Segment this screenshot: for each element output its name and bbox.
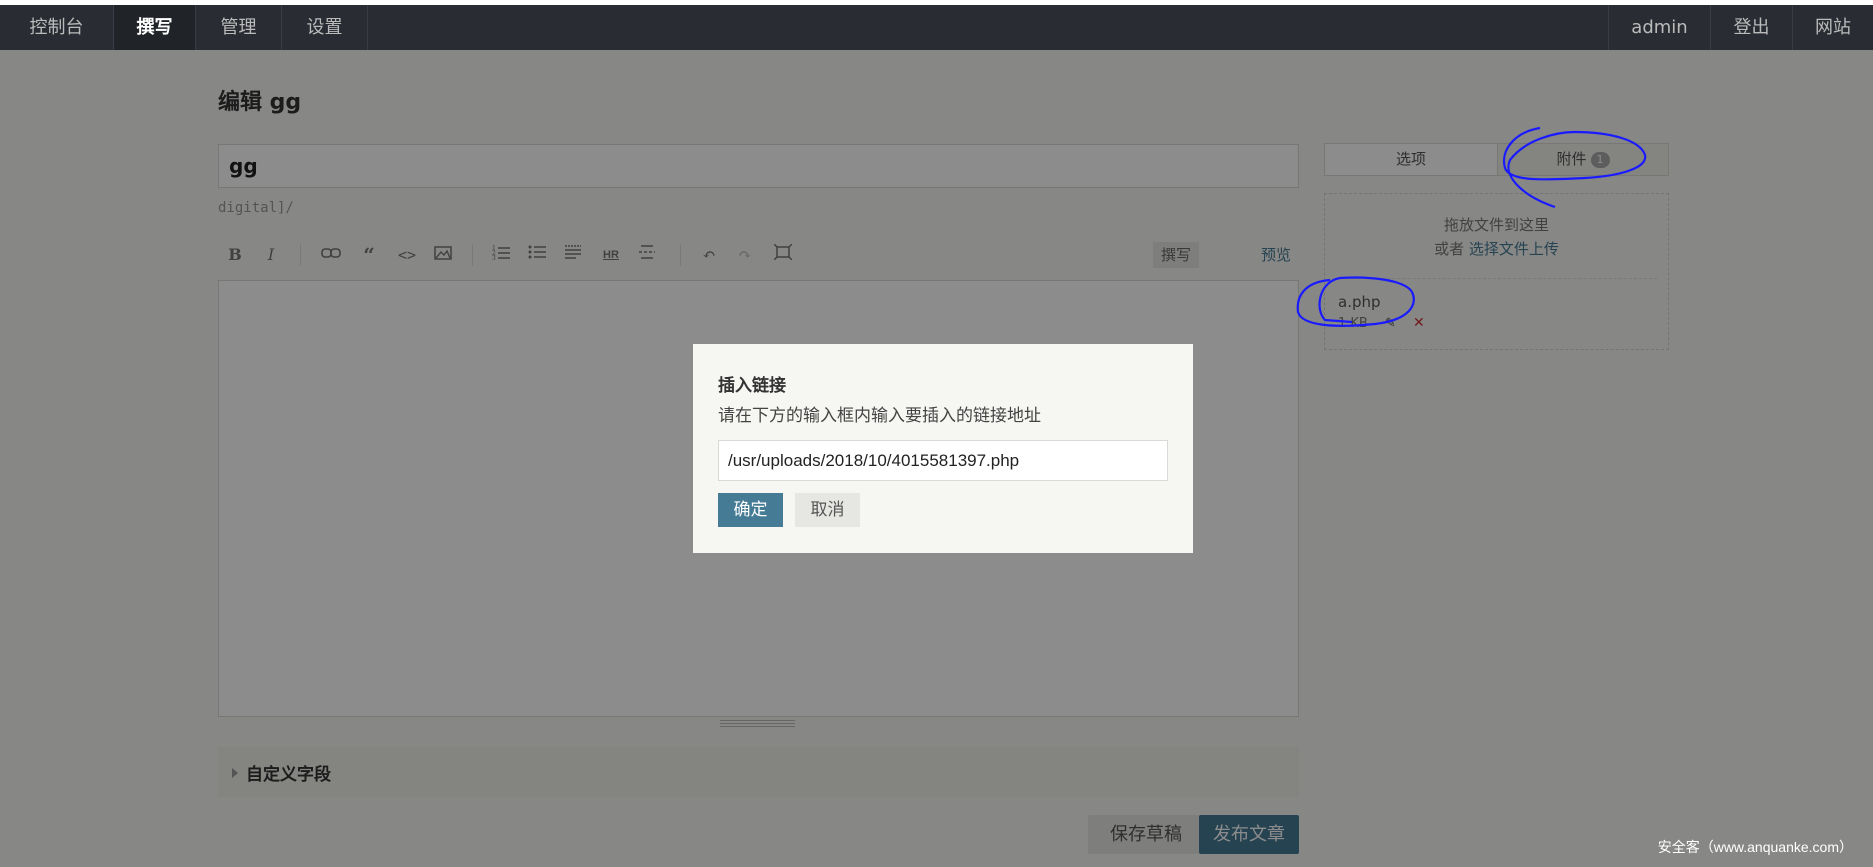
top-navbar: 控制台 撰写 管理 设置 admin 登出 网站 xyxy=(0,5,1873,50)
dialog-description: 请在下方的输入框内输入要插入的链接地址 xyxy=(718,406,1041,426)
cancel-button[interactable]: 取消 xyxy=(795,493,860,527)
nav-site[interactable]: 网站 xyxy=(1792,5,1873,50)
confirm-button[interactable]: 确定 xyxy=(718,493,783,527)
nav-write[interactable]: 撰写 xyxy=(114,5,196,50)
watermark: 安全客（www.anquanke.com） xyxy=(1657,839,1853,855)
nav-user[interactable]: admin xyxy=(1608,5,1710,50)
dialog-title: 插入链接 xyxy=(718,376,786,396)
nav-manage[interactable]: 管理 xyxy=(196,5,282,50)
insert-link-dialog: 插入链接 请在下方的输入框内输入要插入的链接地址 /usr/uploads/20… xyxy=(693,344,1193,553)
nav-dashboard[interactable]: 控制台 xyxy=(0,5,114,50)
nav-settings[interactable]: 设置 xyxy=(282,5,368,50)
link-url-input[interactable]: /usr/uploads/2018/10/4015581397.php xyxy=(718,440,1168,481)
nav-logout[interactable]: 登出 xyxy=(1710,5,1792,50)
